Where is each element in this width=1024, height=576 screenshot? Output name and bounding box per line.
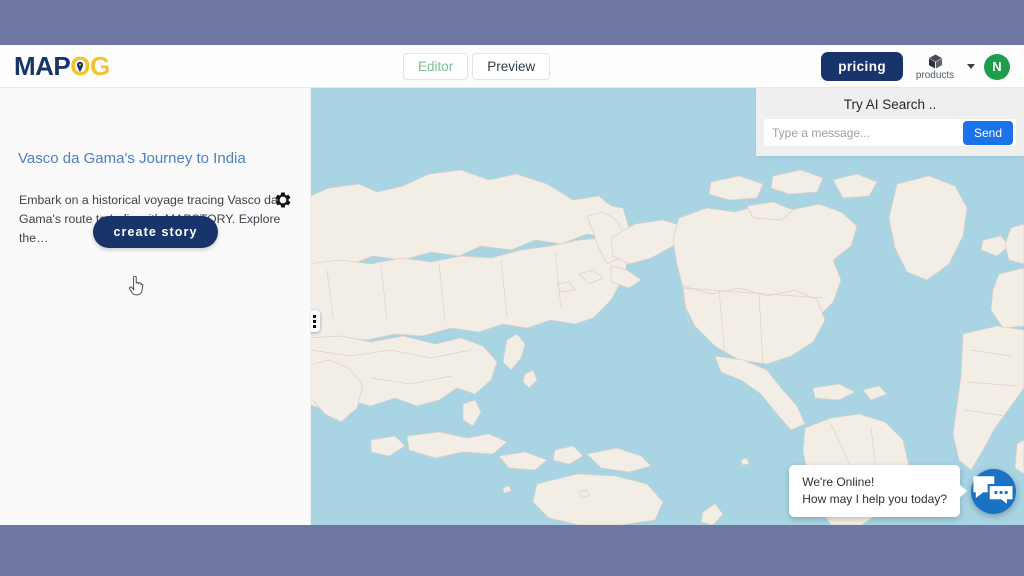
chat-prompt-line: How may I help you today? [802, 492, 947, 506]
live-chat-widget: We're Online! How may I help you today? [789, 465, 1016, 517]
letterbox-top-bar [0, 0, 1024, 45]
letterbox-bottom-bar [0, 525, 1024, 576]
mouse-cursor-pointer [129, 276, 144, 296]
logo-text-prefix: MAP [14, 51, 71, 81]
chat-greeting-bubble[interactable]: We're Online! How may I help you today? [789, 465, 960, 517]
ai-search-panel: Try AI Search .. Send [756, 88, 1024, 156]
story-sidebar: Vasco da Gama's Journey to India Embark … [0, 88, 311, 525]
create-story-row: create story [0, 216, 311, 248]
world-map-canvas[interactable]: Try AI Search .. Send We're Online! How … [311, 88, 1024, 525]
screen-root: MAPOG Editor Preview pricing products [0, 0, 1024, 576]
pricing-button[interactable]: pricing [821, 52, 903, 81]
app-window: MAPOG Editor Preview pricing products [0, 45, 1024, 525]
map-pin-icon [77, 61, 84, 72]
chevron-down-icon[interactable] [967, 64, 975, 69]
tab-editor[interactable]: Editor [403, 53, 469, 80]
ai-search-title: Try AI Search .. [843, 97, 937, 112]
sidebar-resize-drag-handle[interactable] [311, 310, 320, 332]
logo-ring-o: O [70, 53, 90, 79]
drag-handle-icon [311, 314, 316, 328]
ai-search-send-button[interactable]: Send [962, 120, 1013, 145]
tab-preview[interactable]: Preview [472, 53, 551, 80]
create-story-button[interactable]: create story [93, 216, 218, 248]
chat-launcher-button[interactable] [971, 468, 1016, 514]
header-right-actions: pricing products N [821, 45, 1010, 88]
mapog-logo[interactable]: MAPOG [14, 53, 110, 79]
ai-search-row: Send [764, 119, 1016, 146]
chat-status-line: We're Online! [802, 475, 875, 489]
view-mode-tabs: Editor Preview [403, 53, 551, 80]
app-header: MAPOG Editor Preview pricing products [0, 45, 1024, 88]
ai-search-input[interactable] [764, 120, 963, 145]
cube-icon [928, 54, 942, 69]
chat-bubbles-icon [973, 475, 1015, 508]
logo-text-suffix: G [90, 51, 110, 81]
avatar[interactable]: N [984, 53, 1010, 80]
story-title[interactable]: Vasco da Gama's Journey to India [18, 150, 258, 168]
products-menu[interactable]: products [912, 53, 958, 81]
products-label: products [915, 69, 955, 81]
